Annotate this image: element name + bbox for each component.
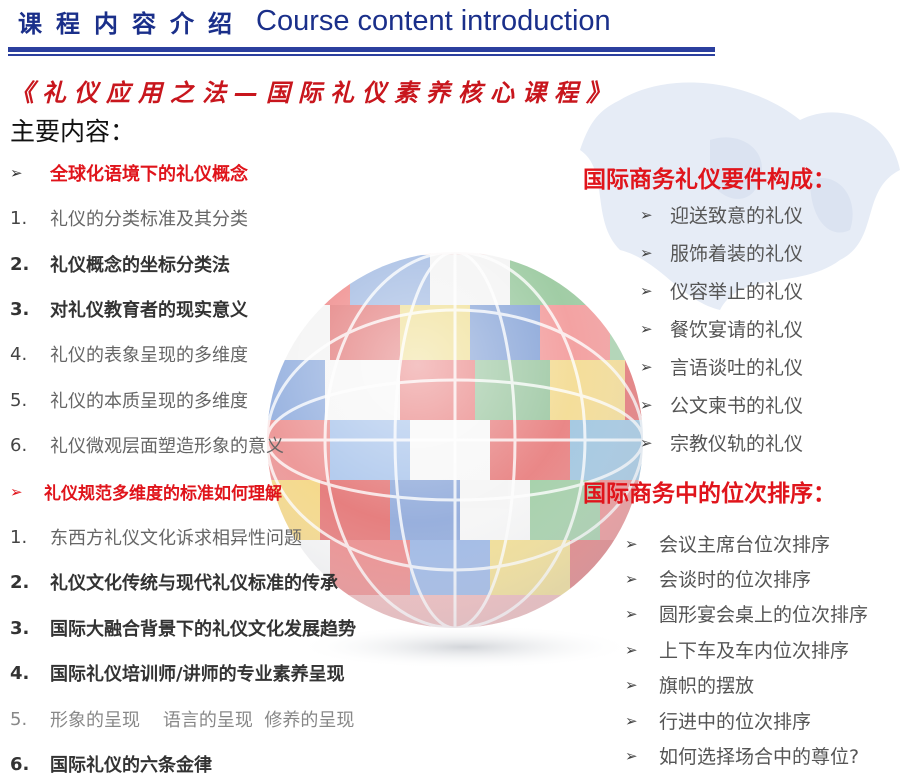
list-item-text: 礼仪文化传统与现代礼仪标准的传承 <box>50 573 338 594</box>
arrow-icon: ➢ <box>640 395 653 414</box>
list-item: ➢ 迎送致意的礼仪 <box>640 201 803 228</box>
list-item-number: 4. <box>10 343 28 365</box>
list-item-number: 1. <box>10 526 28 548</box>
list-item-text: 上下车及车内位次排序 <box>659 640 850 662</box>
header-title-en: Course content introduction <box>256 4 611 37</box>
list-item: 3. 对礼仪教育者的现实意义 <box>10 296 248 322</box>
list-item: 4. 礼仪的表象呈现的多维度 <box>10 341 248 367</box>
list-item-text: 迎送致意的礼仪 <box>670 205 804 227</box>
list-item-number: 2. <box>10 253 30 275</box>
etiquette-components-heading: 国际商务礼仪要件构成： <box>583 167 836 193</box>
list-item-text: 国际礼仪的六条金律 <box>50 755 212 776</box>
list-item-text: 公文柬书的礼仪 <box>670 395 804 417</box>
course-title: 《礼仪应用之法—国际礼仪素养核心课程》 <box>10 79 618 107</box>
list-item-number: 4. <box>10 662 30 684</box>
main-content-label: 主要内容： <box>10 117 136 146</box>
list-item: ➢ 旗帜的摆放 <box>625 671 754 698</box>
list-item-text: 礼仪的表象呈现的多维度 <box>50 345 248 366</box>
arrow-icon: ➢ <box>10 164 23 182</box>
list-item: 1. 礼仪的分类标准及其分类 <box>10 205 248 231</box>
list-item-text: 服饰着装的礼仪 <box>670 243 804 265</box>
list-item-text: 国际大融合背景下的礼仪文化发展趋势 <box>50 619 356 640</box>
list-item-number: 2. <box>10 571 30 593</box>
list-item-text: 东西方礼仪文化诉求相异性问题 <box>50 528 302 549</box>
arrow-icon: ➢ <box>10 482 23 501</box>
list-item: 4. 国际礼仪培训师/讲师的专业素养呈现 <box>10 660 345 686</box>
list-item: ➢ 会谈时的位次排序 <box>625 565 811 592</box>
list-item-text: 仪容举止的礼仪 <box>670 281 804 303</box>
arrow-icon: ➢ <box>625 675 638 694</box>
list-item: ➢ 全球化语境下的礼仪概念 <box>10 160 248 186</box>
list-item-number: 6. <box>10 753 30 775</box>
list-item-text: 形象的呈现 语言的呈现 修养的呈现 <box>50 710 355 731</box>
list-item: ➢ 言语谈吐的礼仪 <box>640 353 803 380</box>
list-item-text: 全球化语境下的礼仪概念 <box>50 164 248 185</box>
list-item: ➢ 公文柬书的礼仪 <box>640 391 803 418</box>
arrow-icon: ➢ <box>640 319 653 338</box>
arrow-icon: ➢ <box>625 640 638 659</box>
list-item-text: 对礼仪教育者的现实意义 <box>50 300 248 321</box>
header-divider <box>8 47 715 52</box>
list-item-number: 6. <box>10 434 28 456</box>
arrow-icon: ➢ <box>640 281 653 300</box>
list-item: ➢ 会议主席台位次排序 <box>625 530 830 557</box>
list-item-text: 礼仪的分类标准及其分类 <box>50 209 248 230</box>
arrow-icon: ➢ <box>640 205 653 224</box>
seating-order-heading: 国际商务中的位次排序： <box>583 481 836 507</box>
arrow-icon: ➢ <box>625 604 638 623</box>
list-item: ➢ 宗教仪轨的礼仪 <box>640 429 803 456</box>
header-divider-thin <box>8 54 715 56</box>
list-item-number: 5. <box>10 708 28 730</box>
list-item: 3. 国际大融合背景下的礼仪文化发展趋势 <box>10 615 356 641</box>
page-header: 课程内容介绍 Course content introduction <box>18 2 611 40</box>
arrow-icon: ➢ <box>625 746 638 765</box>
header-title-cn: 课程内容介绍 <box>18 9 246 38</box>
list-item-text: 会谈时的位次排序 <box>659 569 812 591</box>
list-item-text: 圆形宴会桌上的位次排序 <box>659 604 869 626</box>
list-item: ➢ 上下车及车内位次排序 <box>625 636 849 663</box>
list-item: ➢ 仪容举止的礼仪 <box>640 277 803 304</box>
list-item-text: 行进中的位次排序 <box>659 711 812 733</box>
arrow-icon: ➢ <box>625 711 638 730</box>
list-item-number: 3. <box>10 298 30 320</box>
list-item: ➢ 服饰着装的礼仪 <box>640 239 803 266</box>
list-item: ➢ 礼仪规范多维度的标准如何理解 <box>10 479 282 505</box>
list-item: 6. 礼仪微观层面塑造形象的意义 <box>10 432 284 458</box>
list-item: ➢ 餐饮宴请的礼仪 <box>640 315 803 342</box>
list-item: 5. 形象的呈现 语言的呈现 修养的呈现 <box>10 706 354 732</box>
list-item-text: 言语谈吐的礼仪 <box>670 357 804 379</box>
list-item: 2. 礼仪文化传统与现代礼仪标准的传承 <box>10 569 338 595</box>
arrow-icon: ➢ <box>640 357 653 376</box>
list-item-text: 旗帜的摆放 <box>659 675 755 697</box>
list-item: 5. 礼仪的本质呈现的多维度 <box>10 387 248 413</box>
list-item-number: 1. <box>10 207 28 229</box>
list-item-text: 会议主席台位次排序 <box>659 534 831 556</box>
list-item-text: 礼仪规范多维度的标准如何理解 <box>44 484 282 504</box>
list-item-number: 5. <box>10 389 28 411</box>
arrow-icon: ➢ <box>640 433 653 452</box>
list-item-number: 3. <box>10 617 30 639</box>
list-item-text: 礼仪的本质呈现的多维度 <box>50 391 248 412</box>
list-item: 6. 国际礼仪的六条金律 <box>10 751 212 777</box>
list-item-text: 餐饮宴请的礼仪 <box>670 319 804 341</box>
list-item-text: 礼仪概念的坐标分类法 <box>50 255 230 276</box>
arrow-icon: ➢ <box>625 569 638 588</box>
list-item-text: 如何选择场合中的尊位? <box>659 746 860 768</box>
arrow-icon: ➢ <box>640 243 653 262</box>
list-item: 1. 东西方礼仪文化诉求相异性问题 <box>10 524 302 550</box>
list-item-text: 国际礼仪培训师/讲师的专业素养呈现 <box>50 664 345 685</box>
arrow-icon: ➢ <box>625 534 638 553</box>
list-item-text: 礼仪微观层面塑造形象的意义 <box>50 436 284 457</box>
list-item: 2. 礼仪概念的坐标分类法 <box>10 251 230 277</box>
flag-globe-illustration <box>250 235 660 675</box>
list-item-text: 宗教仪轨的礼仪 <box>670 433 804 455</box>
list-item: ➢ 行进中的位次排序 <box>625 707 811 734</box>
list-item: ➢ 如何选择场合中的尊位? <box>625 742 859 769</box>
list-item: ➢ 圆形宴会桌上的位次排序 <box>625 600 868 627</box>
